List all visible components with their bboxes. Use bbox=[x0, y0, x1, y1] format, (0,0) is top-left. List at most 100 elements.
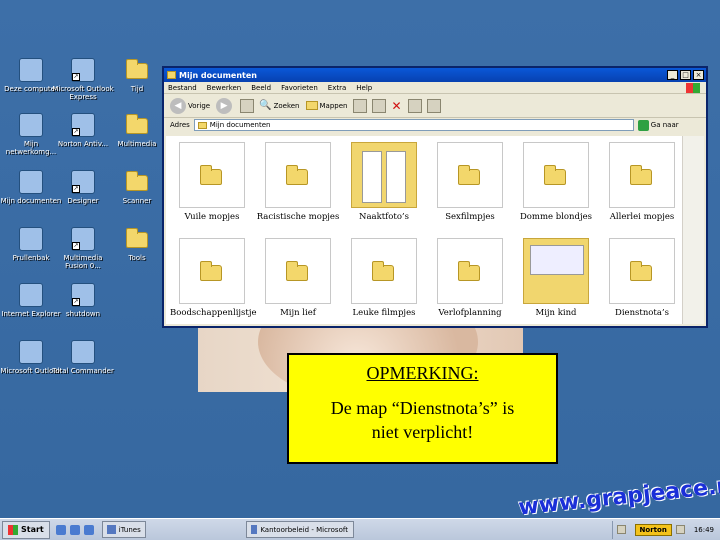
taskbar: Start iTunes Kantoorbeleid - Microsoft P… bbox=[0, 518, 720, 540]
search-label: Zoeken bbox=[273, 101, 300, 110]
desktop-icon[interactable]: ↗ Multimedia Fusion 0... bbox=[52, 227, 114, 270]
window-title: Mijn documenten bbox=[179, 70, 257, 80]
menu-favorieten[interactable]: Favorieten bbox=[281, 84, 318, 92]
folder-item[interactable]: Domme blondjes bbox=[514, 142, 598, 222]
folder-label: Sexfilmpjes bbox=[445, 212, 495, 222]
folder-label: Racistische mopjes bbox=[256, 212, 340, 222]
folder-item[interactable]: Racistische mopjes bbox=[256, 142, 340, 222]
menu-help[interactable]: Help bbox=[356, 84, 372, 92]
show-desktop-icon[interactable] bbox=[55, 524, 66, 535]
desktop-icon[interactable]: ↗ Norton Antiv... bbox=[52, 113, 114, 148]
clock: 16:49 bbox=[693, 525, 714, 534]
my-computer-icon bbox=[19, 58, 43, 82]
address-field[interactable]: Mijn documenten bbox=[193, 119, 634, 131]
taskbar-item-powerpoint[interactable]: Kantoorbeleid - Microsoft PowerP... bbox=[245, 521, 354, 538]
folder-item[interactable]: Allerlei mopjes bbox=[600, 142, 684, 222]
desktop-icon[interactable]: ↗ Microsoft Outlook Express bbox=[52, 58, 114, 101]
desktop-icon[interactable]: ↗ shutdown bbox=[52, 283, 114, 318]
close-button[interactable]: × bbox=[693, 70, 704, 80]
itunes-icon bbox=[106, 525, 116, 534]
delete-icon: ✕ bbox=[391, 98, 402, 113]
minimize-button[interactable]: _ bbox=[667, 70, 678, 80]
folder-item[interactable]: Leuke filmpjes bbox=[342, 238, 426, 318]
folder-thumbnail bbox=[609, 142, 675, 208]
shortcut-arrow-icon: ↗ bbox=[72, 73, 80, 81]
undo-icon[interactable] bbox=[407, 98, 422, 113]
my-documents-icon bbox=[19, 170, 43, 194]
desktop-icon-label: Designer bbox=[67, 197, 99, 205]
folder-icon bbox=[372, 261, 394, 281]
shutdown-icon: ↗ bbox=[71, 283, 95, 307]
designer-icon: ↗ bbox=[71, 170, 95, 194]
folder-label: Mijn kind bbox=[535, 308, 577, 318]
folder-item[interactable]: Dienstnota’s bbox=[600, 238, 684, 318]
note-line-1: De map “Dienstnota’s” is bbox=[330, 398, 515, 418]
go-button[interactable]: Ga naar bbox=[637, 119, 679, 131]
move-to-icon[interactable] bbox=[353, 98, 368, 113]
delete-button[interactable]: ✕ bbox=[391, 99, 401, 113]
folder-icon bbox=[125, 170, 149, 194]
windows-flag-icon bbox=[8, 524, 18, 535]
copy-to-icon[interactable] bbox=[372, 98, 387, 113]
folder-thumbnail bbox=[523, 238, 589, 304]
tray-icon[interactable] bbox=[616, 525, 626, 534]
menu-extra[interactable]: Extra bbox=[328, 84, 346, 92]
start-button[interactable]: Start bbox=[2, 520, 50, 539]
folder-thumbnail bbox=[523, 142, 589, 208]
shortcut-arrow-icon: ↗ bbox=[72, 185, 80, 193]
folders-label: Mappen bbox=[319, 101, 348, 110]
folder-item[interactable]: Boodschappenlijstje bbox=[170, 238, 257, 318]
folder-icon bbox=[200, 165, 222, 185]
desktop-icon[interactable]: Multimedia bbox=[106, 113, 168, 148]
search-button[interactable]: 🔍 Zoeken bbox=[259, 100, 299, 111]
folder-item[interactable]: Sexfilmpjes bbox=[428, 142, 512, 222]
go-arrow-icon bbox=[637, 119, 649, 131]
recycle-bin-icon bbox=[19, 227, 43, 251]
views-icon[interactable] bbox=[426, 98, 441, 113]
menu-bewerken[interactable]: Bewerken bbox=[207, 84, 242, 92]
forward-button[interactable]: ▶ bbox=[216, 97, 234, 114]
system-tray: Norton 16:49 bbox=[611, 520, 720, 539]
note-line-2: niet verplicht! bbox=[371, 422, 474, 442]
folder-item[interactable]: Vuile mopjes bbox=[170, 142, 254, 222]
folder-item[interactable]: Naaktfoto’s bbox=[342, 142, 426, 222]
menu-beeld[interactable]: Beeld bbox=[251, 84, 271, 92]
volume-icon[interactable] bbox=[675, 525, 685, 534]
desktop-icon[interactable]: Tijd bbox=[106, 58, 168, 93]
desktop-icon[interactable]: Tools bbox=[106, 227, 168, 262]
address-value: Mijn documenten bbox=[209, 121, 271, 129]
window-titlebar[interactable]: Mijn documenten _ □ × bbox=[164, 68, 706, 82]
search-icon: 🔍 bbox=[259, 100, 272, 111]
internet-explorer-icon bbox=[19, 283, 43, 307]
folder-item[interactable]: Verlofplanning bbox=[428, 238, 512, 318]
note-heading: OPMERKING: bbox=[366, 363, 479, 383]
go-label: Ga naar bbox=[650, 121, 679, 129]
outlook-quicklaunch-icon[interactable] bbox=[69, 524, 80, 535]
desktop-icon[interactable]: Total Commander bbox=[52, 340, 114, 375]
folder-thumbnail bbox=[437, 238, 503, 304]
forward-arrow-icon: ▶ bbox=[216, 97, 233, 114]
folder-icon bbox=[544, 165, 566, 185]
desktop-icon[interactable]: Scanner bbox=[106, 170, 168, 205]
ie-quicklaunch-icon[interactable] bbox=[83, 524, 94, 535]
note-box: OPMERKING: De map “Dienstnota’s” is niet… bbox=[287, 353, 558, 464]
folder-thumbnail bbox=[437, 142, 503, 208]
desktop-icon[interactable]: ↗ Designer bbox=[52, 170, 114, 205]
norton-tray-button[interactable]: Norton bbox=[634, 523, 672, 536]
maximize-button[interactable]: □ bbox=[680, 70, 691, 80]
desktop-icon-label: shutdown bbox=[65, 310, 101, 318]
back-label: Vorige bbox=[188, 101, 211, 110]
folders-icon bbox=[305, 101, 318, 110]
up-folder-icon[interactable] bbox=[240, 98, 255, 113]
vertical-scrollbar[interactable] bbox=[682, 136, 704, 324]
taskbar-item-itunes[interactable]: iTunes bbox=[101, 521, 146, 538]
folder-thumbnail bbox=[609, 238, 675, 304]
back-button[interactable]: ◀ Vorige bbox=[170, 97, 211, 114]
folder-item[interactable]: Mijn kind bbox=[514, 238, 598, 318]
folder-item[interactable]: Mijn lief bbox=[256, 238, 340, 318]
folders-button[interactable]: Mappen bbox=[305, 101, 348, 110]
toolbar: ◀ Vorige ▶ 🔍 Zoeken Mappen ✕ bbox=[164, 94, 706, 118]
multimedia-fusion-icon: ↗ bbox=[71, 227, 95, 251]
address-label: Adres bbox=[170, 121, 190, 129]
menu-bestand[interactable]: Bestand bbox=[168, 84, 197, 92]
